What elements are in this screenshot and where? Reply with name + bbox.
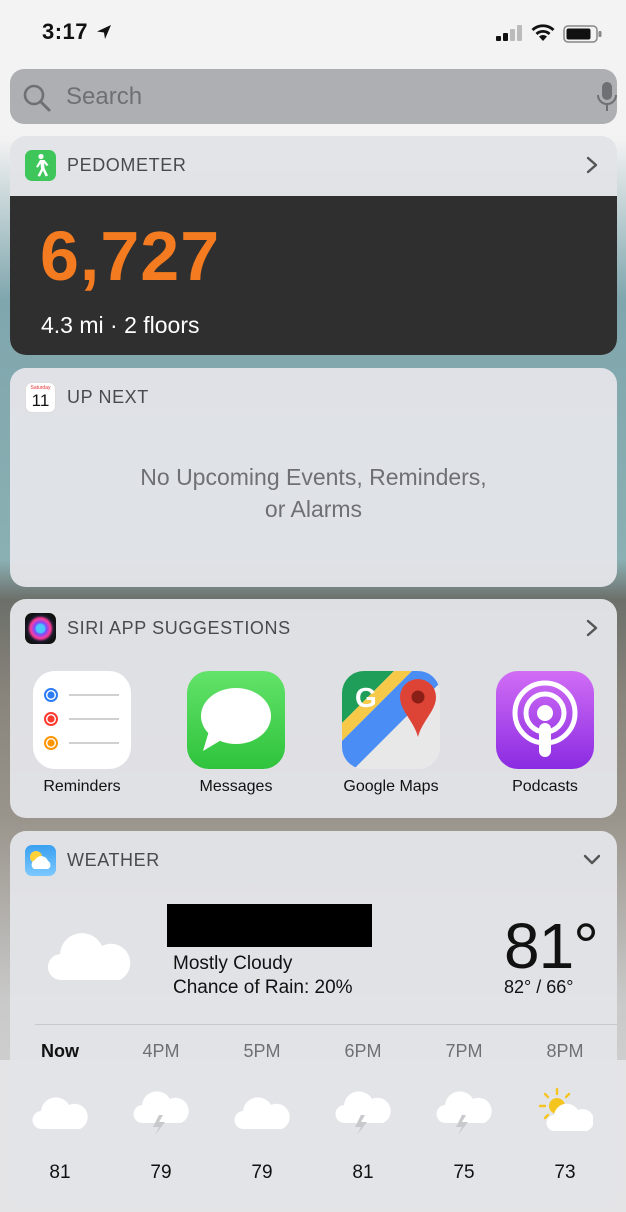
pedometer-body: 6,727 4.3 mi · 2 floors: [10, 196, 617, 355]
calendar-date: 11: [31, 391, 50, 410]
weather-app-icon: [25, 845, 56, 876]
hour-temp: 75: [453, 1162, 475, 1183]
cloud-icon: [32, 1097, 88, 1130]
app-label-google-maps: Google Maps: [343, 778, 439, 795]
hour-time: 8PM: [546, 1041, 584, 1061]
hour-time: 6PM: [344, 1041, 382, 1061]
no-events-line2: or Alarms: [264, 496, 363, 522]
cellular-signal-icon: [496, 25, 522, 41]
status-time: 3:17: [42, 19, 89, 44]
search-placeholder: Search: [66, 83, 143, 110]
thunderstorm-icon: [133, 1091, 189, 1135]
step-count: 6,727: [40, 217, 221, 295]
app-messages[interactable]: Messages: [171, 671, 301, 796]
no-events-line1: No Upcoming Events, Reminders,: [140, 464, 487, 490]
battery-icon: [563, 25, 602, 43]
wifi-icon: [531, 24, 555, 41]
reminders-icon: [33, 671, 131, 769]
siri-header[interactable]: SIRI APP SUGGESTIONS: [10, 599, 617, 657]
pedometer-title: PEDOMETER: [67, 155, 187, 175]
app-podcasts[interactable]: Podcasts: [480, 671, 610, 796]
siri-title: SIRI APP SUGGESTIONS: [67, 618, 291, 638]
high-low-temperature: 82° / 66°: [504, 977, 574, 997]
current-cloud-icon: [48, 933, 131, 981]
weather-conditions: Mostly Cloudy Chance of Rain: 20%: [173, 952, 353, 1000]
current-temperature: 81°: [504, 910, 599, 982]
microphone-icon[interactable]: [596, 81, 618, 113]
siri-suggestions-widget: SIRI APP SUGGESTIONS Reminders Messages …: [10, 599, 617, 818]
calendar-app-icon: Saturday 11: [25, 382, 56, 413]
chevron-right-icon[interactable]: [582, 155, 602, 175]
hour-temp: 81: [49, 1162, 71, 1183]
weather-header[interactable]: WEATHER: [10, 831, 617, 889]
thunderstorm-icon: [436, 1091, 492, 1135]
partly-sunny-icon: [538, 1087, 594, 1132]
hour-temp: 81: [352, 1162, 374, 1183]
messages-icon: [187, 671, 285, 769]
up-next-header: Saturday 11 UP NEXT: [10, 368, 617, 426]
up-next-title: UP NEXT: [67, 387, 149, 407]
condition-text: Mostly Cloudy: [173, 953, 293, 974]
google-maps-icon: G: [342, 671, 440, 769]
app-label-messages: Messages: [199, 778, 273, 795]
app-label-podcasts: Podcasts: [512, 778, 578, 795]
hour-time: 7PM: [445, 1041, 483, 1061]
app-label-reminders: Reminders: [43, 778, 121, 795]
hour-forecast: 7PM 75: [414, 1041, 514, 1184]
hour-forecast: 6PM 81: [313, 1041, 413, 1184]
chevron-right-icon[interactable]: [582, 618, 602, 638]
rain-chance: Chance of Rain: 20%: [173, 977, 353, 998]
weather-widget[interactable]: WEATHER Mostly Cloudy Chance of Rain: 20…: [10, 831, 617, 1207]
hourly-forecast: Now 81 4PM 79 5PM 79 6PM 81 7PM 75 8PM 7…: [10, 1041, 617, 1201]
search-field[interactable]: Search: [10, 69, 617, 124]
thunderstorm-icon: [335, 1091, 391, 1135]
pedometer-widget[interactable]: PEDOMETER 6,727 4.3 mi · 2 floors: [10, 136, 617, 355]
weather-title: WEATHER: [67, 850, 160, 870]
location-arrow-icon: [97, 25, 111, 39]
divider: [35, 1024, 617, 1025]
hour-temp: 73: [554, 1162, 576, 1183]
cloud-icon: [234, 1097, 290, 1130]
app-reminders[interactable]: Reminders: [17, 671, 147, 796]
app-google-maps[interactable]: G Google Maps: [326, 671, 456, 796]
no-events-message: No Upcoming Events, Reminders, or Alarms: [10, 461, 617, 525]
hour-time: 4PM: [142, 1041, 180, 1061]
hour-forecast: 4PM 79: [111, 1041, 211, 1184]
hour-time: 5PM: [243, 1041, 281, 1061]
hour-forecast: Now 81: [10, 1041, 110, 1184]
svg-text:G: G: [355, 682, 377, 713]
up-next-widget[interactable]: Saturday 11 UP NEXT No Upcoming Events, …: [10, 368, 617, 587]
distance-floors: 4.3 mi · 2 floors: [41, 312, 200, 338]
pedometer-app-icon: [25, 150, 56, 181]
podcasts-icon: [496, 671, 594, 769]
status-bar: 3:17: [0, 0, 626, 64]
hour-forecast: 8PM 73: [515, 1041, 615, 1184]
pedometer-header[interactable]: PEDOMETER: [10, 136, 617, 194]
hour-forecast: 5PM 79: [212, 1041, 312, 1184]
chevron-down-icon[interactable]: [582, 850, 602, 870]
redacted-location: [167, 904, 372, 947]
suggested-apps: Reminders Messages G Google Maps Podcast…: [10, 671, 617, 801]
hour-time: Now: [41, 1041, 79, 1061]
search-icon: [23, 84, 51, 112]
siri-icon: [25, 613, 56, 644]
hour-temp: 79: [150, 1162, 172, 1183]
hour-temp: 79: [251, 1162, 273, 1183]
